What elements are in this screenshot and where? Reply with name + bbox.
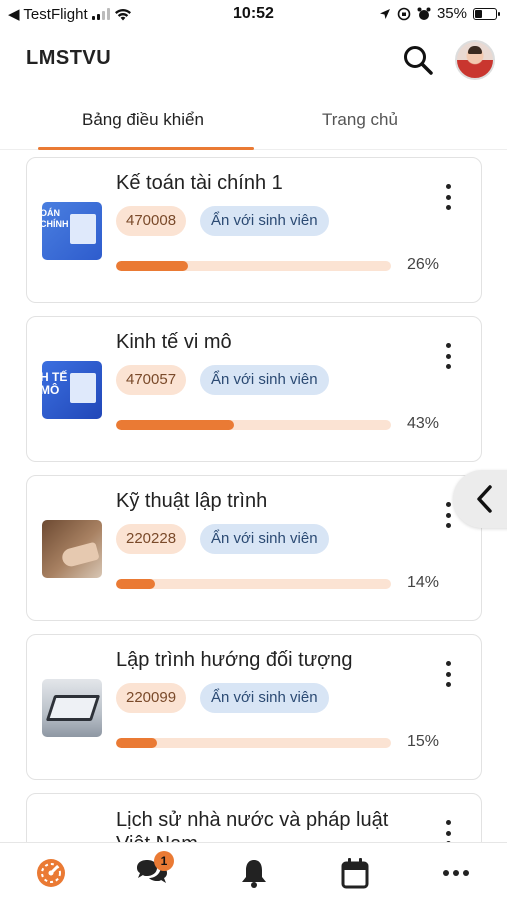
thumbnail-graphic — [60, 541, 100, 569]
course-title[interactable]: Lịch sử nhà nước và pháp luật Việt Nam — [116, 808, 388, 842]
app-header: LMSTVU — [0, 30, 507, 90]
bottom-nav: 1 — [0, 842, 507, 900]
progress-bar — [116, 420, 391, 430]
nav-messages[interactable]: 1 — [134, 851, 174, 891]
course-card[interactable]: H TẾ MÔ Kinh tế vi mô 470057 Ẩn với sinh … — [26, 316, 482, 462]
thumbnail-graphic — [45, 695, 101, 721]
status-right: 35% — [379, 5, 500, 22]
calendar-icon — [341, 858, 369, 889]
bell-icon — [242, 860, 266, 888]
progress-bar — [116, 579, 391, 589]
visibility-badge: Ẩn với sinh viên — [200, 683, 329, 713]
progress-percent: 15% — [407, 733, 440, 750]
course-menu-button[interactable] — [439, 818, 457, 842]
course-menu-button[interactable] — [439, 341, 457, 371]
nav-dashboard[interactable] — [33, 855, 69, 891]
tab-home[interactable]: Trang chủ — [322, 110, 398, 130]
progress-percent: 14% — [407, 574, 440, 591]
course-menu-button[interactable] — [439, 182, 457, 212]
tab-bar: Bảng điều khiển Trang chủ — [0, 92, 507, 150]
visibility-badge: Ẩn với sinh viên — [200, 365, 329, 395]
progress-fill — [116, 261, 188, 271]
app-title: LMSTVU — [26, 47, 112, 69]
location-icon — [379, 8, 390, 19]
avatar[interactable] — [455, 40, 495, 80]
course-title[interactable]: Kinh tế vi mô — [116, 331, 232, 354]
tab-dashboard[interactable]: Bảng điều khiển — [82, 110, 204, 130]
chevron-left-icon — [477, 485, 492, 513]
search-button[interactable] — [400, 42, 436, 78]
course-thumbnail: OÁN CHÍNH — [42, 202, 102, 260]
thumbnail-graphic — [70, 214, 96, 244]
rotation-lock-icon — [397, 7, 411, 20]
progress-bar — [116, 261, 391, 271]
course-thumbnail — [42, 520, 102, 578]
course-code-badge: 470008 — [116, 206, 187, 236]
search-icon — [404, 46, 433, 75]
nav-calendar[interactable] — [337, 855, 373, 891]
progress-fill — [116, 579, 155, 589]
progress-fill — [116, 420, 235, 430]
dashboard-icon — [37, 859, 65, 887]
course-card[interactable]: Kỹ thuật lập trình 220228 Ẩn với sinh vi… — [26, 475, 482, 621]
thumbnail-text: H TẾ MÔ — [42, 370, 68, 397]
course-menu-button[interactable] — [439, 659, 457, 689]
progress-bar — [116, 738, 391, 748]
more-icon — [443, 870, 469, 876]
battery-icon — [473, 7, 500, 20]
course-title[interactable]: Kế toán tài chính 1 — [116, 172, 283, 195]
nav-notifications[interactable] — [236, 855, 272, 891]
course-thumbnail: H TẾ MÔ — [42, 361, 102, 419]
course-card[interactable]: Lập trình hướng đối tượng 220099 Ẩn với … — [26, 634, 482, 780]
course-title-line1: Lịch sử nhà nước và pháp luật — [116, 809, 389, 831]
course-thumbnail — [42, 679, 102, 737]
progress-fill — [116, 738, 158, 748]
course-code-badge: 220228 — [116, 524, 187, 554]
progress-percent: 43% — [407, 415, 440, 432]
visibility-badge: Ẩn với sinh viên — [200, 524, 329, 554]
thumbnail-graphic — [70, 373, 96, 403]
messages-count-badge: 1 — [154, 851, 174, 871]
battery-percent: 35% — [436, 5, 467, 22]
nav-more[interactable] — [438, 855, 474, 891]
course-title[interactable]: Kỹ thuật lập trình — [116, 490, 267, 513]
side-drawer-handle[interactable] — [453, 470, 507, 528]
course-title[interactable]: Lập trình hướng đối tượng — [116, 649, 352, 672]
course-title-line2: Việt Nam — [116, 833, 198, 842]
alarm-icon — [417, 7, 431, 20]
status-bar: ◀ TestFlight 10:52 35% — [0, 0, 507, 28]
course-code-badge: 470057 — [116, 365, 187, 395]
course-card[interactable]: OÁN CHÍNH Kế toán tài chính 1 470008 Ẩn v… — [26, 157, 482, 303]
course-card[interactable]: Lịch sử nhà nước và pháp luật Việt Nam — [26, 793, 482, 842]
thumbnail-text: OÁN CHÍNH — [42, 208, 69, 229]
progress-percent: 26% — [407, 256, 440, 273]
course-code-badge: 220099 — [116, 683, 187, 713]
visibility-badge: Ẩn với sinh viên — [200, 206, 329, 236]
course-list[interactable]: OÁN CHÍNH Kế toán tài chính 1 470008 Ẩn v… — [0, 150, 507, 842]
